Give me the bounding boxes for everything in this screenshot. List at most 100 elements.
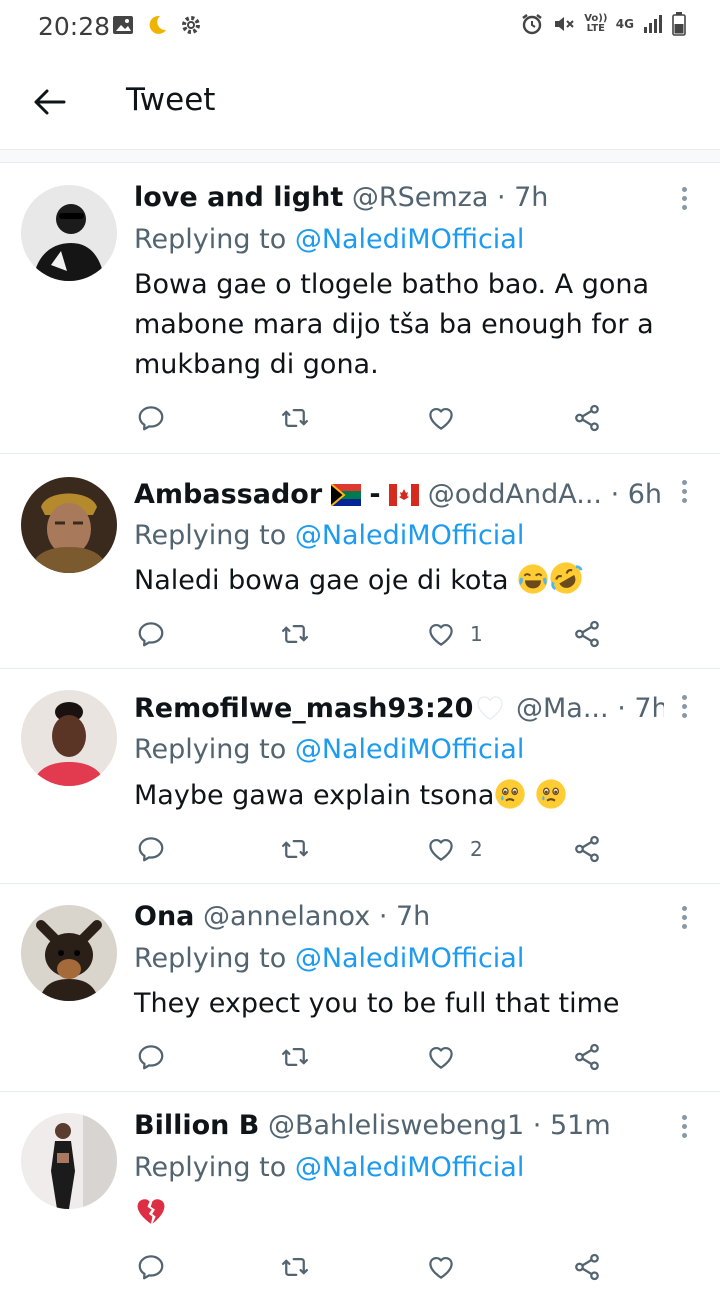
- share-icon: [572, 1252, 602, 1282]
- more-options-button[interactable]: [672, 690, 696, 722]
- reply-button[interactable]: [136, 829, 166, 869]
- more-options-button[interactable]: [672, 901, 696, 933]
- tweet-header: Billion B @Bahleliswebeng1 · 51m: [134, 1107, 664, 1145]
- top-app-bar: Tweet: [0, 52, 720, 150]
- tweet-actions: [134, 1247, 614, 1287]
- user-name[interactable]: Remofilwe_mash93:20: [134, 693, 473, 724]
- reply-tweet[interactable]: Ambassador - @oddAndA... · 6h Replying t…: [0, 455, 720, 669]
- broken-heart-emoji-icon: [134, 1194, 168, 1228]
- retweet-button[interactable]: [280, 1037, 310, 1077]
- tweet-actions: [134, 1037, 614, 1077]
- share-icon: [572, 403, 602, 433]
- reply-button[interactable]: [136, 1247, 166, 1287]
- like-button[interactable]: [426, 1037, 470, 1077]
- tweet-text-row: Naledi bowa gae oje di kota: [134, 561, 690, 601]
- more-options-button[interactable]: [672, 1110, 696, 1142]
- retweet-icon: [280, 1252, 310, 1282]
- reply-button[interactable]: [136, 1037, 166, 1077]
- replying-to-label: Replying to: [134, 943, 287, 974]
- replying-to-label: Replying to: [134, 520, 287, 551]
- heart-icon: [426, 834, 456, 864]
- avatar[interactable]: [21, 905, 117, 1001]
- replying-to-line: Replying to @NalediMOfficial: [134, 940, 524, 978]
- reply-tweet[interactable]: Remofilwe_mash93:20 @Ma... · 7h Replying…: [0, 670, 720, 884]
- user-handle: @oddAndA...: [427, 479, 602, 510]
- user-handle: @Bahleliswebeng1: [267, 1110, 525, 1141]
- share-button[interactable]: [572, 614, 602, 654]
- tweet-text: Bowa gae o tlogele batho bao. A gona mab…: [134, 269, 654, 380]
- heart-icon: [426, 1252, 456, 1282]
- share-button[interactable]: [572, 398, 602, 438]
- like-button[interactable]: [426, 398, 470, 438]
- reply-tweet[interactable]: Ona @annelanox · 7h Replying to @NalediM…: [0, 885, 720, 1092]
- canada-flag-icon: [389, 484, 420, 506]
- tweet-time: · 7h: [496, 182, 549, 213]
- replying-to-line: Replying to @NalediMOfficial: [134, 731, 524, 769]
- mention-link[interactable]: @NalediMOfficial: [295, 1152, 525, 1183]
- reply-tweet[interactable]: Billion B @Bahleliswebeng1 · 51m Replyin…: [0, 1093, 720, 1303]
- page-title: Tweet: [126, 82, 216, 118]
- replying-to-label: Replying to: [134, 1152, 287, 1183]
- more-dots-icon: [681, 1114, 687, 1120]
- retweet-button[interactable]: [280, 1247, 310, 1287]
- tweet-text: They expect you to be full that time: [134, 988, 620, 1019]
- avatar[interactable]: [21, 477, 117, 573]
- replying-to-label: Replying to: [134, 734, 287, 765]
- section-divider: [0, 150, 720, 163]
- user-name[interactable]: love and light: [134, 182, 343, 213]
- reply-icon: [136, 619, 166, 649]
- mention-link[interactable]: @NalediMOfficial: [295, 224, 525, 255]
- avatar[interactable]: [21, 1113, 117, 1209]
- mention-link[interactable]: @NalediMOfficial: [295, 734, 525, 765]
- mute-icon: [554, 17, 574, 31]
- like-button[interactable]: 2: [426, 829, 483, 869]
- back-button[interactable]: [28, 80, 72, 124]
- mention-link[interactable]: @NalediMOfficial: [295, 943, 525, 974]
- tweet-actions: 1: [134, 614, 614, 654]
- mention-link[interactable]: @NalediMOfficial: [295, 520, 525, 551]
- heart-icon: [426, 403, 456, 433]
- tweet-header: Ona @annelanox · 7h: [134, 898, 664, 936]
- share-button[interactable]: [572, 829, 602, 869]
- battery-icon: [672, 12, 686, 36]
- tweet-text-row: Maybe gawa explain tsona: [134, 776, 690, 816]
- user-name[interactable]: Ambassador: [134, 479, 322, 510]
- retweet-icon: [280, 619, 310, 649]
- retweet-button[interactable]: [280, 829, 310, 869]
- tweet-header: Ambassador - @oddAndA... · 6h: [134, 479, 663, 510]
- more-options-button[interactable]: [672, 475, 696, 507]
- replying-to-line: Replying to @NalediMOfficial: [134, 221, 524, 259]
- heart-icon: [426, 619, 456, 649]
- tweet-header: love and light @RSemza · 7h: [134, 179, 664, 217]
- user-handle: @Ma...: [516, 693, 609, 724]
- replying-to-line: Replying to @NalediMOfficial: [134, 517, 524, 555]
- retweet-button[interactable]: [280, 398, 310, 438]
- alarm-icon: [522, 14, 542, 35]
- retweet-icon: [280, 1042, 310, 1072]
- share-button[interactable]: [572, 1247, 602, 1287]
- replying-to-line: Replying to @NalediMOfficial: [134, 1149, 524, 1187]
- user-name[interactable]: Billion B: [134, 1110, 259, 1141]
- reply-button[interactable]: [136, 614, 166, 654]
- south-africa-flag-icon: [330, 483, 361, 507]
- reply-icon: [136, 1252, 166, 1282]
- reply-tweet[interactable]: love and light @RSemza · 7h Replying to …: [0, 164, 720, 454]
- avatar[interactable]: [21, 690, 117, 786]
- holding-back-tears-emoji-icon: [494, 778, 526, 810]
- tweet-text-row: [134, 1194, 690, 1234]
- more-options-button[interactable]: [672, 182, 696, 214]
- tweet-time: · 51m: [532, 1110, 611, 1141]
- share-button[interactable]: [572, 1037, 602, 1077]
- reply-button[interactable]: [136, 398, 166, 438]
- retweet-button[interactable]: [280, 614, 310, 654]
- like-button[interactable]: 1: [426, 614, 483, 654]
- more-dots-icon: [681, 186, 687, 192]
- like-button[interactable]: [426, 1247, 470, 1287]
- share-icon: [572, 1042, 602, 1072]
- like-count: 1: [470, 622, 483, 646]
- gear-icon: [182, 16, 200, 34]
- user-name[interactable]: Ona: [134, 901, 194, 932]
- rolling-laughing-emoji-icon: [549, 561, 583, 595]
- avatar[interactable]: [21, 185, 117, 281]
- status-left-icons: [112, 14, 202, 36]
